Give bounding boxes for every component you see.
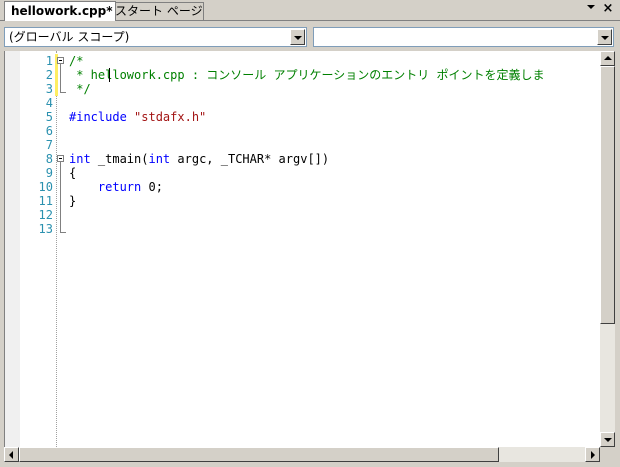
- line-number: 6: [45, 124, 53, 138]
- code-line[interactable]: 3 */: [20, 82, 600, 96]
- scope-combo-dropdown-button[interactable]: [290, 29, 305, 45]
- line-number: 4: [45, 96, 53, 110]
- code-token: #include: [69, 110, 135, 124]
- code-line[interactable]: 9{: [20, 166, 600, 180]
- code-line[interactable]: 12: [20, 208, 600, 222]
- fold-guide-end: [60, 232, 66, 233]
- horizontal-scrollbar[interactable]: [4, 447, 600, 462]
- scroll-up-button[interactable]: [600, 51, 615, 66]
- vertical-scroll-thumb[interactable]: [600, 66, 615, 324]
- code-editor: 1/* 2 * hellowork.cpp : コンソール アプリケーションのエン…: [0, 49, 620, 467]
- code-token: }: [69, 194, 77, 208]
- code-line[interactable]: 2 * hellowork.cpp : コンソール アプリケーションのエントリ …: [20, 68, 600, 82]
- code-token: */: [69, 82, 91, 96]
- code-line[interactable]: 1 /*: [20, 54, 600, 68]
- line-number: 12: [38, 208, 53, 222]
- code-line[interactable]: 7: [20, 138, 600, 152]
- code-text: /*: [69, 54, 83, 68]
- fold-collapse-icon[interactable]: [57, 155, 64, 162]
- line-number: 10: [38, 180, 53, 194]
- code-line[interactable]: 4: [20, 96, 600, 110]
- code-text: int _tmain(int argc, _TCHAR* argv[]): [69, 152, 329, 166]
- code-token: int: [69, 152, 91, 166]
- line-number: 8: [45, 152, 53, 166]
- member-combo[interactable]: [313, 27, 614, 47]
- scope-combo[interactable]: (グローバル スコープ): [4, 27, 307, 47]
- fold-guide-end: [60, 92, 66, 93]
- document-tab-strip: hellowork.cpp* スタート ページ ×: [0, 0, 620, 21]
- chevron-down-icon-glyph: [587, 5, 595, 9]
- code-token: int: [148, 152, 171, 166]
- chevron-down-icon[interactable]: [584, 2, 598, 16]
- code-text: {: [69, 166, 76, 180]
- tab-start-page[interactable]: スタート ページ: [108, 2, 204, 20]
- code-token: argc, _TCHAR* argv[]): [170, 152, 330, 166]
- scroll-left-button[interactable]: [4, 447, 19, 462]
- code-line[interactable]: 10 return 0;: [20, 180, 600, 194]
- line-number: 9: [45, 166, 53, 180]
- text-caret: [109, 68, 110, 82]
- horizontal-scroll-thumb[interactable]: [19, 447, 499, 462]
- line-number: 7: [45, 138, 53, 152]
- scope-combo-value: (グローバル スコープ): [9, 30, 130, 44]
- line-number: 5: [45, 110, 53, 124]
- code-token: "stdafx.h": [134, 110, 207, 124]
- scroll-down-button[interactable]: [600, 432, 615, 447]
- close-icon[interactable]: ×: [601, 2, 615, 16]
- line-number: 11: [38, 194, 53, 208]
- code-line[interactable]: 11}: [20, 194, 600, 208]
- code-text: }: [69, 194, 76, 208]
- fold-guide: [60, 162, 61, 232]
- code-token: 0;: [141, 180, 163, 194]
- vertical-scrollbar[interactable]: [600, 51, 615, 447]
- line-number: 2: [45, 68, 53, 82]
- code-token: * hellowork.cpp : コンソール アプリケーションのエントリ ポイ…: [69, 68, 545, 82]
- code-token: /*: [69, 54, 84, 68]
- code-token: return: [97, 180, 142, 194]
- code-text: return 0;: [69, 180, 163, 194]
- navigation-bar: (グローバル スコープ): [0, 21, 620, 49]
- code-text: #include "stdafx.h": [69, 110, 206, 124]
- line-number: 3: [45, 82, 53, 96]
- scrollbar-corner: [600, 447, 615, 462]
- scroll-right-button[interactable]: [585, 447, 600, 462]
- code-line[interactable]: 5 #include "stdafx.h": [20, 110, 600, 124]
- line-number: 13: [38, 222, 53, 236]
- code-line[interactable]: 8 int _tmain(int argc, _TCHAR* argv[]): [20, 152, 600, 166]
- code-line[interactable]: 13: [20, 222, 600, 236]
- tab-hellowork-cpp[interactable]: hellowork.cpp*: [4, 1, 116, 21]
- fold-collapse-icon[interactable]: [57, 57, 64, 64]
- code-line[interactable]: 6: [20, 124, 600, 138]
- code-token: {: [69, 166, 77, 180]
- code-text: */: [69, 82, 91, 96]
- code-text: * hellowork.cpp : コンソール アプリケーションのエントリ ポイ…: [69, 68, 544, 82]
- code-text-area[interactable]: 1/* 2 * hellowork.cpp : コンソール アプリケーションのエン…: [20, 51, 600, 447]
- member-combo-dropdown-button[interactable]: [597, 29, 612, 45]
- code-token: _tmain(: [90, 152, 149, 166]
- fold-guide: [60, 64, 61, 92]
- line-number: 1: [45, 54, 53, 68]
- indicator-margin[interactable]: [4, 51, 21, 447]
